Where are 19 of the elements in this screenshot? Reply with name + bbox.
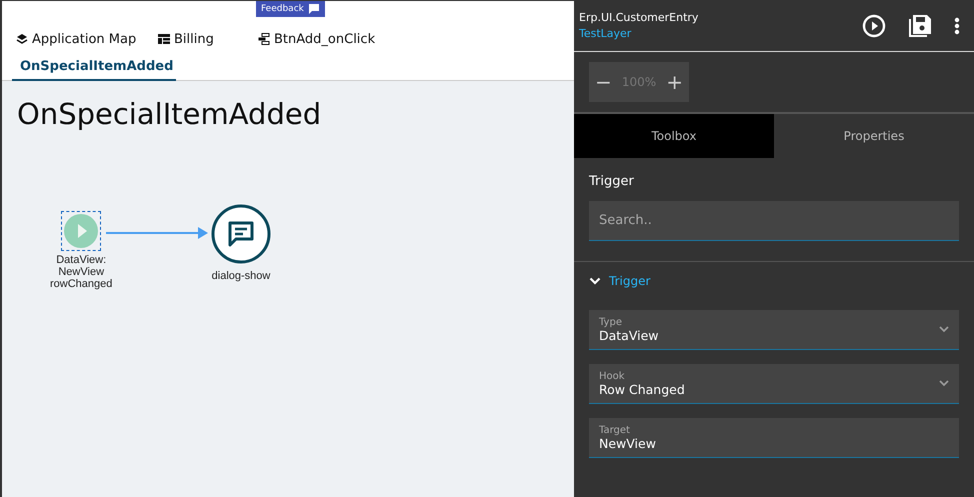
editor-tab[interactable]: Application Map: [12, 25, 154, 53]
zoom-in-button[interactable]: +: [666, 70, 683, 94]
editor-tab[interactable]: BtnAdd_onClick: [254, 25, 454, 53]
select-field[interactable]: Hook Row Changed: [589, 364, 959, 404]
project-title: Erp.UI.CustomerEntry: [579, 11, 698, 24]
feedback-button[interactable]: Feedback: [256, 1, 325, 17]
layer-link[interactable]: TestLayer: [579, 27, 698, 40]
text-field[interactable]: Target NewView: [589, 418, 959, 458]
section-header[interactable]: Trigger: [589, 274, 959, 288]
zoom-out-button[interactable]: −: [595, 70, 612, 94]
search-field[interactable]: Search..: [589, 201, 959, 241]
toolbox-heading: Trigger: [589, 174, 635, 189]
panel-tab[interactable]: Toolbox: [574, 114, 774, 158]
select-field[interactable]: Type DataView: [589, 310, 959, 350]
editor-tab[interactable]: Billing: [154, 25, 254, 53]
node-label: dialog-show: [212, 270, 270, 282]
node-label: DataView: NewView rowChanged: [50, 254, 112, 290]
panel-tab[interactable]: Properties: [774, 114, 974, 158]
flow-title: OnSpecialItemAdded: [16, 96, 322, 131]
